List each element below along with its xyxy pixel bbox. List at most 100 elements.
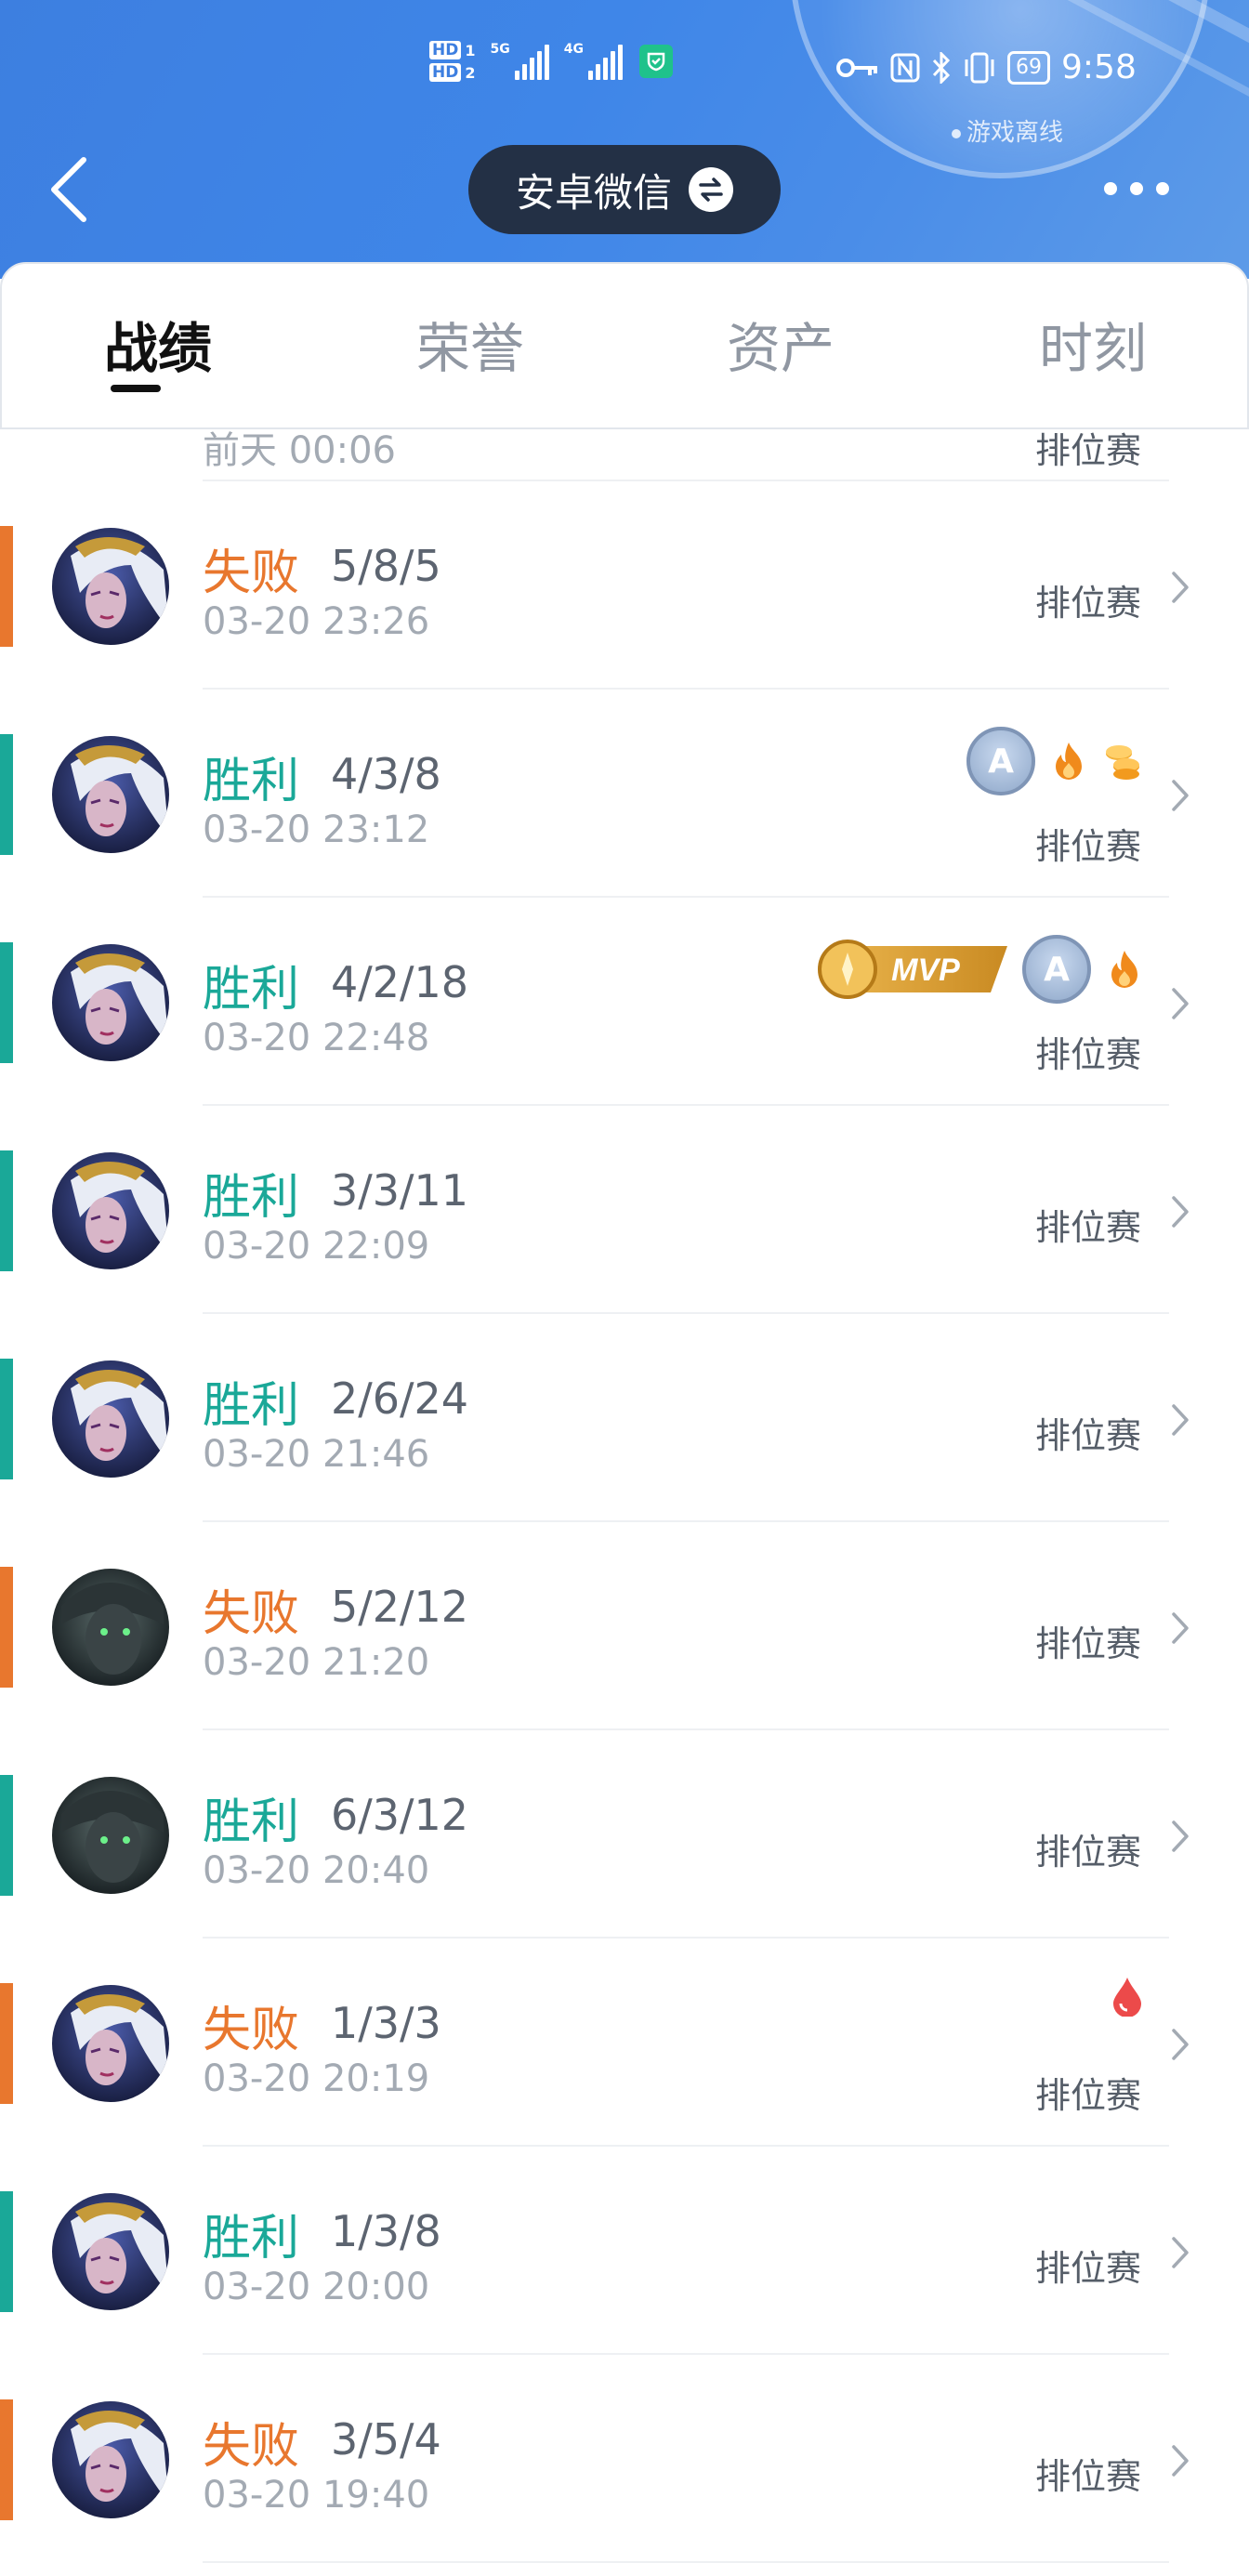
hero-avatar (52, 944, 169, 1061)
match-badges: A (966, 727, 1143, 795)
match-badges (1111, 1976, 1143, 2017)
status-bar: HD 1 HD 2 5G 4G 69 9:58 游戏离线 (0, 0, 1249, 147)
tab-honor[interactable]: 荣誉 (377, 305, 563, 383)
tab-bar: 战绩 荣誉 资产 时刻 (0, 262, 1249, 429)
chevron-right-icon (1172, 1612, 1189, 1644)
match-mode: 排位赛 (1035, 1832, 1142, 1873)
match-time: 03-20 23:26 (203, 600, 430, 643)
blood-drop-icon (1113, 1978, 1141, 2017)
sim-label: 1 (465, 41, 476, 59)
match-mode: 排位赛 (1035, 1415, 1142, 1456)
signal-group: HD 1 HD 2 5G 4G (429, 41, 673, 82)
match-mode: 排位赛 (1035, 1207, 1142, 1248)
match-result: 胜利 (203, 962, 300, 1018)
match-result: 胜利 (203, 1170, 300, 1226)
vpn-key-icon (836, 58, 877, 77)
match-row-9[interactable]: 胜利 1/3/8 03-20 20:00 排位赛 (0, 2147, 1249, 2355)
match-mode: 排位赛 (1035, 1623, 1142, 1664)
match-row-2[interactable]: 胜利 4/3/8 03-20 23:12 A 排位赛 (0, 690, 1249, 898)
chevron-right-icon (1172, 1196, 1189, 1228)
match-time: 前天 00:06 (203, 429, 396, 472)
hd-badge: HD (429, 63, 462, 82)
hero-avatar (52, 1569, 169, 1686)
match-row-6[interactable]: 失败 5/2/12 03-20 21:20 排位赛 (0, 1522, 1249, 1730)
chevron-right-icon (1172, 2029, 1189, 2060)
hero-avatar (52, 736, 169, 853)
clock: 9:58 (1061, 48, 1137, 86)
match-row-4[interactable]: 胜利 3/3/11 03-20 22:09 排位赛 (0, 1106, 1249, 1314)
grade-a-badge: A (1022, 935, 1091, 1004)
match-mode: 排位赛 (1035, 2248, 1142, 2289)
match-mode: 排位赛 (1035, 1034, 1142, 1075)
back-button[interactable] (48, 156, 89, 223)
hero-avatar (52, 528, 169, 645)
match-time: 03-20 20:40 (203, 1849, 430, 1892)
mvp-badge: MVP (816, 937, 1007, 1002)
chevron-right-icon (1172, 1820, 1189, 1852)
match-kda: 1/3/8 (331, 2206, 441, 2256)
match-row-5[interactable]: 胜利 2/6/24 03-20 21:46 排位赛 (0, 1314, 1249, 1522)
match-kda: 4/2/18 (331, 957, 469, 1007)
match-time: 03-20 20:00 (203, 2266, 430, 2308)
tab-moments[interactable]: 时刻 (1000, 305, 1186, 383)
hero-avatar (52, 1985, 169, 2102)
result-stripe (0, 1359, 13, 1479)
match-badges: MVP A (816, 935, 1143, 1004)
match-time: 03-20 23:12 (203, 808, 430, 851)
match-result: 胜利 (203, 1378, 300, 1434)
result-stripe (0, 1775, 13, 1896)
app-header: HD 1 HD 2 5G 4G 69 9:58 游戏离线 安卓微信 (0, 0, 1249, 279)
match-time: 03-20 22:09 (203, 1225, 430, 1268)
chevron-right-icon (1172, 988, 1189, 1019)
bluetooth-icon (932, 51, 951, 84)
match-kda: 2/6/24 (331, 1373, 469, 1424)
match-result: 失败 (203, 1586, 300, 1642)
match-kda: 3/5/4 (331, 2414, 441, 2464)
match-result: 失败 (203, 545, 300, 601)
match-row-7[interactable]: 胜利 6/3/12 03-20 20:40 排位赛 (0, 1730, 1249, 1939)
result-stripe (0, 1150, 13, 1271)
match-result: 失败 (203, 2419, 300, 2475)
result-stripe (0, 1567, 13, 1688)
account-switch-button[interactable]: 安卓微信 (468, 145, 781, 234)
match-mode: 排位赛 (1035, 2456, 1142, 2497)
match-row-1[interactable]: 失败 5/8/5 03-20 23:26 排位赛 (0, 481, 1249, 690)
match-list: 前天 00:06 排位赛 失败 5/8/5 03-20 23:26 排位赛 胜利… (0, 429, 1249, 2576)
grade-a-badge: A (966, 727, 1035, 795)
chevron-right-icon (1172, 2445, 1189, 2477)
sim-label: 2 (465, 63, 476, 82)
match-result: 胜利 (203, 2211, 300, 2267)
match-time: 03-20 21:20 (203, 1641, 430, 1684)
match-row-10[interactable]: 失败 3/5/4 03-20 19:40 排位赛 (0, 2355, 1249, 2563)
swap-icon (689, 167, 733, 212)
match-kda: 5/8/5 (331, 541, 441, 591)
account-title: 安卓微信 (515, 169, 672, 216)
match-time: 03-20 19:40 (203, 2474, 430, 2517)
tab-assets[interactable]: 资产 (688, 305, 874, 383)
match-time: 03-20 20:19 (203, 2057, 430, 2100)
match-mode: 排位赛 (1035, 2075, 1142, 2116)
match-result: 胜利 (203, 754, 300, 809)
more-icon[interactable] (1104, 182, 1169, 195)
tab-record[interactable]: 战绩 (65, 305, 251, 383)
coins-icon (1106, 745, 1139, 780)
result-stripe (0, 942, 13, 1063)
match-kda: 3/3/11 (331, 1165, 469, 1216)
match-row-8[interactable]: 失败 1/3/3 03-20 20:19 排位赛 (0, 1939, 1249, 2147)
match-kda: 1/3/3 (331, 1998, 441, 2048)
match-row-3[interactable]: 胜利 4/2/18 03-20 22:48 MVP A 排位赛 (0, 898, 1249, 1106)
match-kda: 5/2/12 (331, 1582, 469, 1632)
security-shield-icon (638, 45, 673, 78)
result-stripe (0, 2191, 13, 2312)
row-divider (203, 2561, 1169, 2563)
signal-4g-icon: 4G (564, 43, 623, 80)
fire-icon (1056, 743, 1082, 780)
match-time: 03-20 22:48 (203, 1017, 430, 1059)
result-stripe (0, 526, 13, 647)
result-stripe (0, 2399, 13, 2520)
match-row-partial[interactable]: 前天 00:06 排位赛 (0, 429, 1249, 481)
chevron-right-icon (1172, 1404, 1189, 1436)
signal-5g-icon: 5G (490, 43, 549, 80)
battery-icon: 69 (1007, 50, 1050, 85)
match-mode: 排位赛 (1035, 826, 1142, 867)
